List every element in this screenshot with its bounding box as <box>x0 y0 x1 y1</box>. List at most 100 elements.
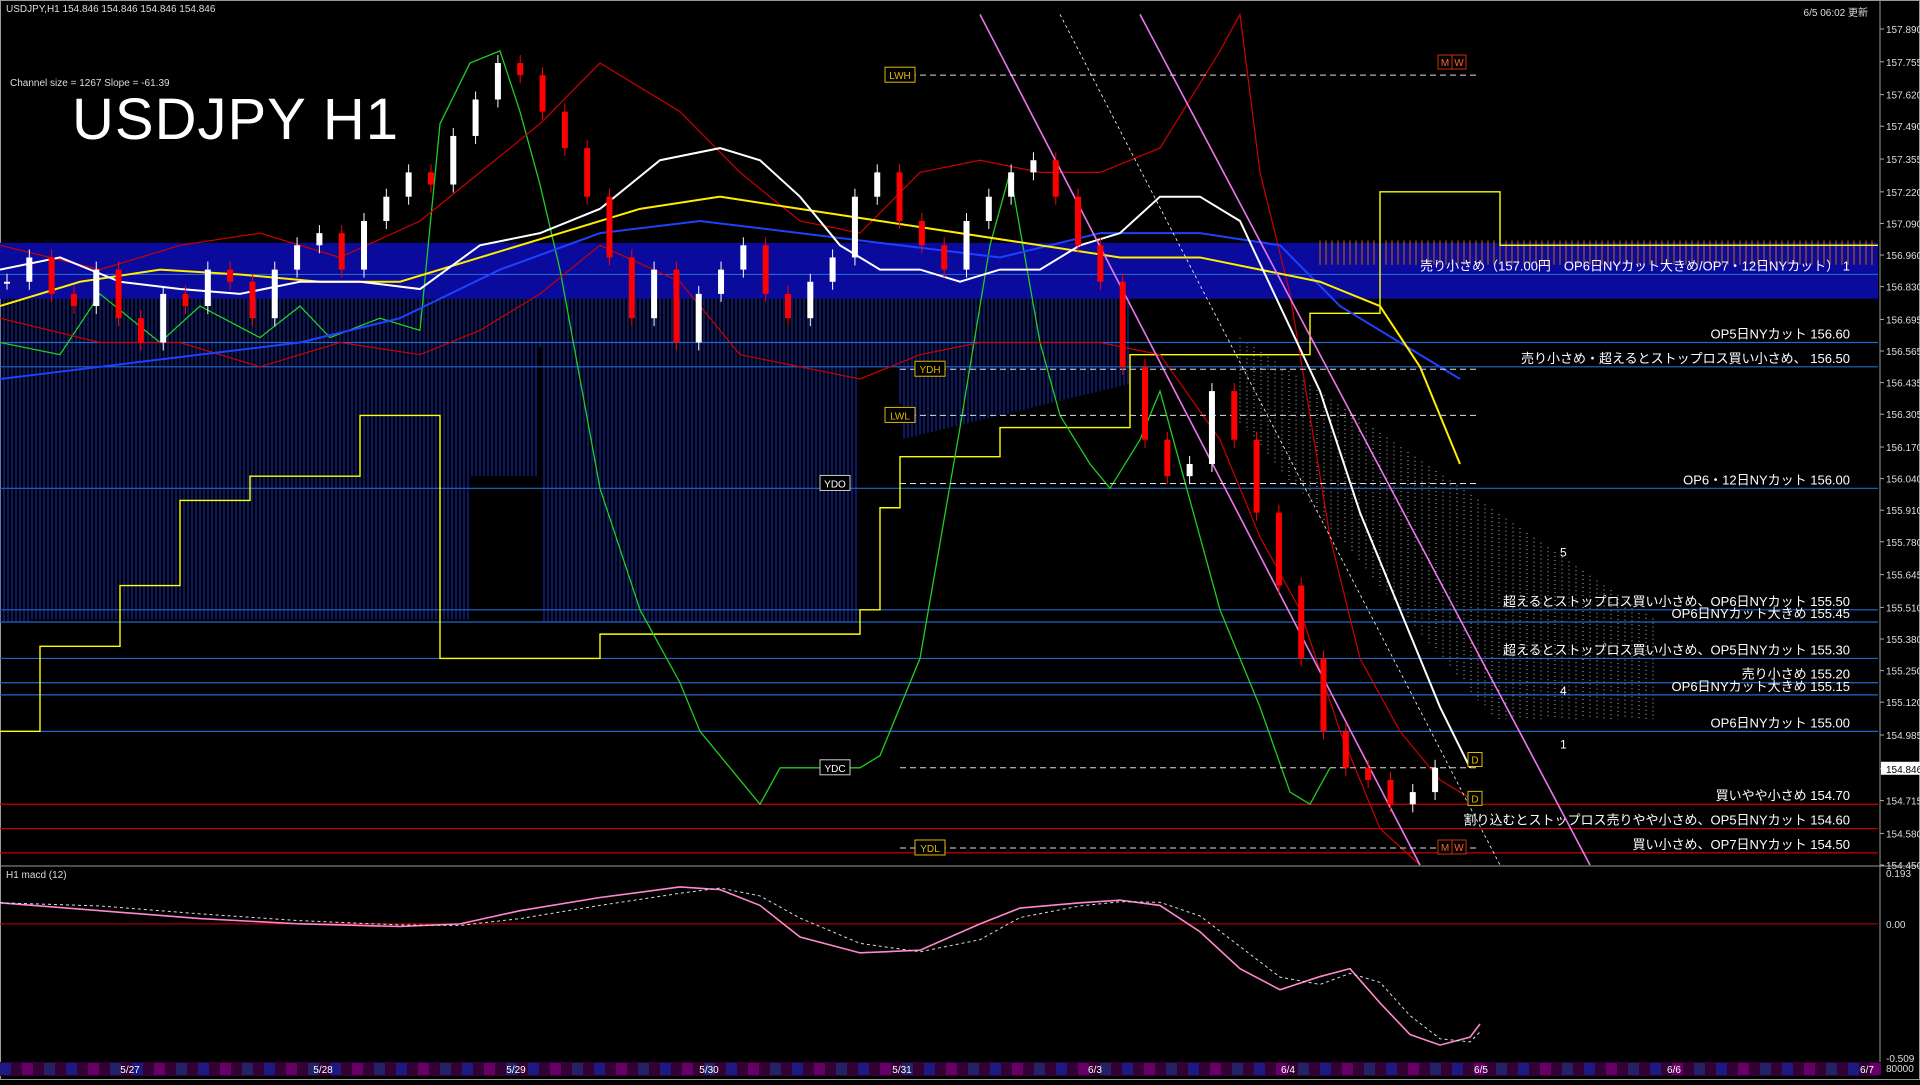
date-strip-cell <box>1188 1063 1199 1075</box>
date-strip-cell <box>1408 1063 1419 1075</box>
date-strip-cell <box>1122 1063 1133 1075</box>
candle-body <box>1142 366 1149 440</box>
price-tick-label: 155.910 <box>1886 506 1920 517</box>
wave-label: D <box>1471 756 1478 767</box>
date-strip-cell <box>1562 1063 1573 1075</box>
marker-label: LWH <box>889 71 910 82</box>
date-strip-cell <box>528 1063 539 1075</box>
price-tick-label: 156.565 <box>1886 347 1920 358</box>
ma-yellow <box>0 195 1461 465</box>
date-strip-cell <box>1782 1063 1793 1075</box>
macd-panel-label: H1 macd (12) <box>6 870 67 881</box>
candle-body <box>718 269 725 294</box>
wave-label: W <box>1454 843 1464 854</box>
price-tick-label: 155.120 <box>1886 698 1920 709</box>
date-strip-cell <box>792 1063 803 1075</box>
candle-body <box>450 135 457 185</box>
price-tick-label: 154.580 <box>1886 829 1920 840</box>
wave-label: D <box>1471 794 1478 805</box>
candle-body <box>561 111 568 149</box>
date-strip-cell <box>726 1063 737 1075</box>
date-tick-label: 5/31 <box>892 1065 912 1076</box>
macd-tick-label: 0.193 <box>1886 869 1911 880</box>
date-tick-label: 6/7 <box>1860 1065 1874 1076</box>
date-strip-cell <box>462 1063 473 1075</box>
date-strip-cell <box>1386 1063 1397 1075</box>
price-tick-label: 157.355 <box>1886 155 1920 166</box>
date-strip-cell <box>374 1063 385 1075</box>
date-strip-cell <box>1342 1063 1353 1075</box>
candle-body <box>1253 439 1260 513</box>
price-tick-label: 156.305 <box>1886 410 1920 421</box>
date-strip-cell <box>1232 1063 1243 1075</box>
date-strip-cell <box>286 1063 297 1075</box>
date-tick-label: 6/3 <box>1088 1065 1102 1076</box>
date-strip-cell <box>88 1063 99 1075</box>
date-strip-cell <box>748 1063 759 1075</box>
date-strip-cell <box>946 1063 957 1075</box>
candle-body <box>316 233 323 246</box>
date-strip-cell <box>660 1063 671 1075</box>
date-strip-cell <box>1518 1063 1529 1075</box>
candle-body <box>160 293 167 343</box>
price-tick-label: 155.380 <box>1886 635 1920 646</box>
date-strip-cell <box>550 1063 561 1075</box>
candle-body <box>851 196 858 258</box>
symbol-header: USDJPY,H1 154.846 154.846 154.846 154.84… <box>6 4 216 15</box>
candle-body <box>294 245 301 270</box>
date-tick-label: 5/29 <box>506 1065 526 1076</box>
candle-body <box>70 293 77 307</box>
price-tick-label: 156.170 <box>1886 443 1920 454</box>
date-strip-cell <box>682 1063 693 1075</box>
date-tick-label: 5/28 <box>313 1065 333 1076</box>
wave-label: M <box>1441 58 1449 69</box>
candle-body <box>963 220 970 270</box>
date-strip-cell <box>1606 1063 1617 1075</box>
candle-body <box>695 293 702 343</box>
wave-label: 1 <box>1560 737 1567 751</box>
price-tick-label: 155.645 <box>1886 571 1920 582</box>
level-label: 割り込むとストップロス売りやや小さめ、OP5日NYカット 154.60 <box>1464 813 1850 828</box>
price-tick-label: 156.695 <box>1886 315 1920 326</box>
date-strip-cell <box>1144 1063 1155 1075</box>
date-strip-cell <box>198 1063 209 1075</box>
date-strip-cell <box>1694 1063 1705 1075</box>
price-tick-label: 155.780 <box>1886 538 1920 549</box>
channel-line <box>1139 14 1591 866</box>
day-markers <box>819 66 1480 856</box>
marker-label: YDC <box>824 764 845 775</box>
date-strip-cell <box>594 1063 605 1075</box>
channel-mid <box>1059 14 1501 866</box>
candle-body <box>271 269 278 319</box>
date-strip-cell <box>1496 1063 1507 1075</box>
candle-body <box>472 99 479 136</box>
price-tick-label: 157.755 <box>1886 58 1920 69</box>
macd-tick-label: 0.00 <box>1886 920 1906 931</box>
price-tick-label: 156.830 <box>1886 283 1920 294</box>
candle-body <box>494 63 501 100</box>
level-label: 売り小さめ・超えるとストップロス買い小さめ、 156.50 <box>1521 351 1850 366</box>
chart-title: USDJPY H1 <box>72 87 400 152</box>
date-strip-cell <box>1650 1063 1661 1075</box>
price-tick-label: 156.040 <box>1886 475 1920 486</box>
candle-body <box>517 63 524 76</box>
candle-body <box>361 220 368 270</box>
date-strip-cell <box>1760 1063 1771 1075</box>
date-strip-cell <box>638 1063 649 1075</box>
date-strip-cell <box>1254 1063 1265 1075</box>
date-strip-cell <box>1738 1063 1749 1075</box>
date-strip-cell <box>1716 1063 1727 1075</box>
wave-label: M <box>1441 843 1449 854</box>
candle-body <box>1342 731 1349 768</box>
price-chart: 売り小さめ（157.00円 OP6日NYカット大きめ/OP7・12日NYカット）… <box>0 0 1920 1080</box>
candle-body <box>1008 172 1015 197</box>
candle-body <box>137 318 144 343</box>
date-strip-cell <box>1320 1063 1331 1075</box>
date-strip-cell <box>484 1063 495 1075</box>
date-strip-cell <box>44 1063 55 1075</box>
wave-label: 4 <box>1560 684 1567 698</box>
date-strip-cell <box>1056 1063 1067 1075</box>
candle-body <box>740 245 747 270</box>
candle-body <box>1409 792 1416 805</box>
channel-line <box>979 14 1421 866</box>
